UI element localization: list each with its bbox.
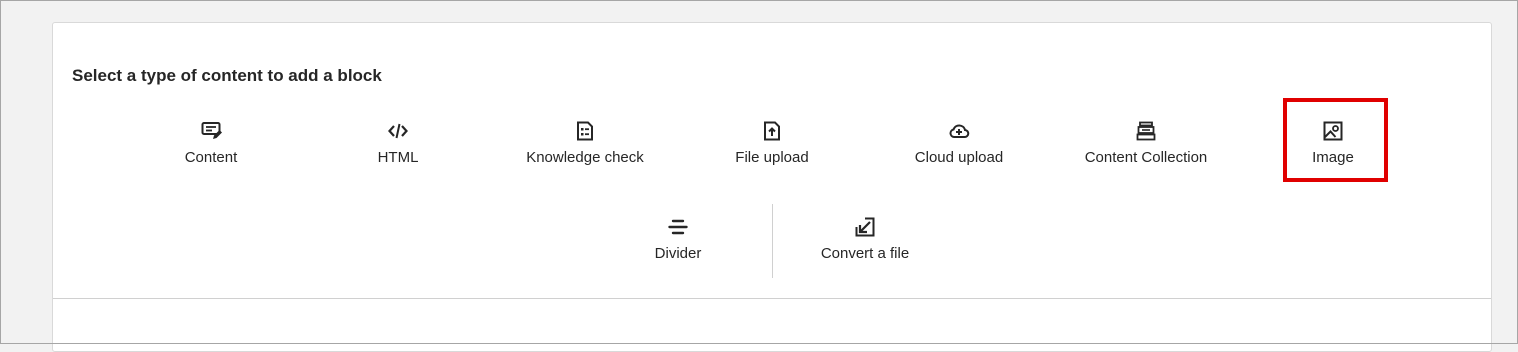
option-divider[interactable]: Divider	[598, 216, 758, 276]
option-html[interactable]: HTML	[318, 120, 478, 180]
option-label: Content Collection	[1084, 149, 1208, 166]
option-knowledge-check[interactable]: Knowledge check	[505, 120, 665, 180]
option-label: Image	[1312, 149, 1354, 166]
option-label: File upload	[735, 149, 809, 166]
option-label: Cloud upload	[914, 149, 1004, 166]
divider-icon	[667, 216, 689, 238]
checklist-icon	[574, 120, 596, 142]
option-label: Divider	[654, 245, 702, 262]
content-edit-icon	[200, 120, 222, 142]
option-label: Content	[184, 149, 238, 166]
option-label: Convert a file	[820, 245, 910, 262]
collection-icon	[1135, 120, 1157, 142]
option-content-collection[interactable]: Content Collection	[1066, 120, 1226, 180]
code-icon	[387, 120, 409, 142]
option-file-upload[interactable]: File upload	[692, 120, 852, 180]
add-block-panel: Select a type of content to add a block …	[52, 22, 1492, 352]
option-content[interactable]: Content	[131, 120, 291, 180]
row-separator	[772, 204, 773, 278]
cloud-upload-icon	[948, 120, 970, 142]
panel-title: Select a type of content to add a block	[72, 66, 382, 85]
option-image[interactable]: Image	[1253, 120, 1413, 180]
image-icon	[1322, 120, 1344, 142]
file-upload-icon	[761, 120, 783, 142]
convert-file-icon	[854, 216, 876, 238]
option-label: Knowledge check	[526, 149, 644, 166]
panel-bottom-divider	[53, 298, 1491, 299]
option-convert-file[interactable]: Convert a file	[785, 216, 945, 276]
option-cloud-upload[interactable]: Cloud upload	[879, 120, 1039, 180]
option-label: HTML	[377, 149, 419, 166]
